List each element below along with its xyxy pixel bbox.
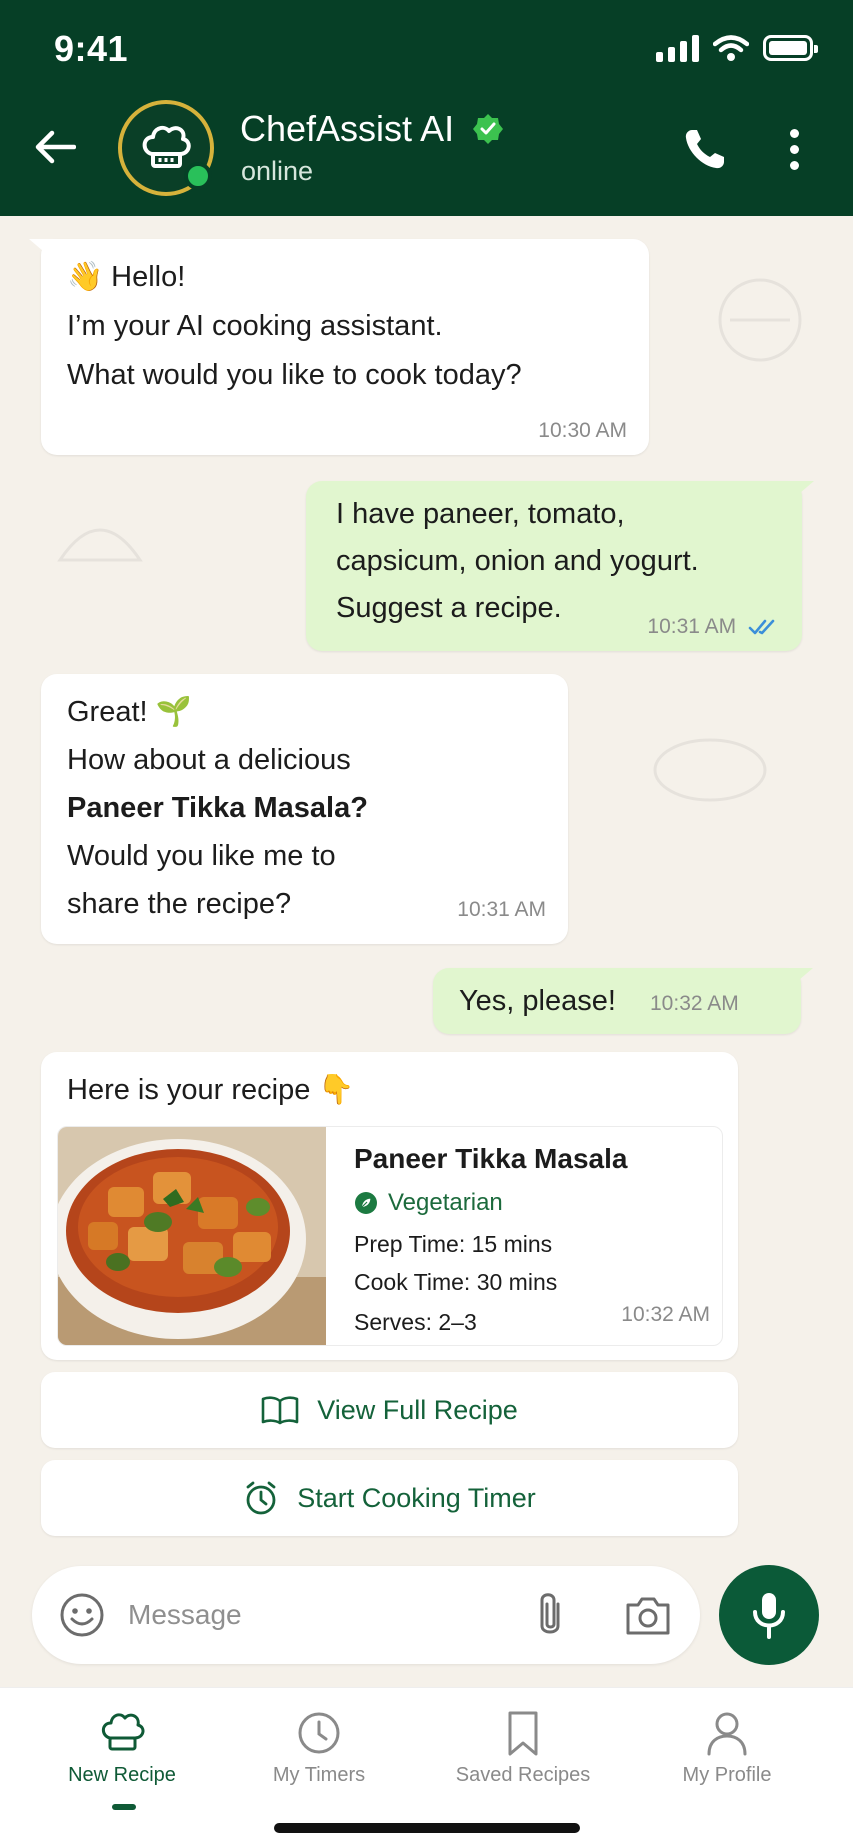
incoming-message[interactable]: Great! 🌱 How about a delicious Paneer Ti… [41,674,568,944]
message-text: Yes, please! [459,985,616,1017]
more-options-button[interactable] [776,124,812,174]
microphone-icon [753,1593,785,1639]
message-line: I have paneer, tomato, [336,498,625,530]
signal-icon [656,34,699,62]
message-time: 10:31 AM [647,615,737,638]
start-timer-label: Start Cooking Timer [297,1482,536,1513]
nav-my-timers[interactable]: My Timers [219,1708,419,1787]
recipe-image [58,1127,326,1345]
person-icon [707,1712,747,1756]
bottom-navigation: New Recipe My Timers Saved Recipes My Pr… [0,1687,853,1844]
emoji-icon[interactable] [58,1591,106,1639]
background-pattern [57,528,143,562]
voice-record-button[interactable] [719,1565,819,1665]
nav-label: My Profile [682,1764,772,1786]
message-line: What would you like to cook today? [67,359,522,391]
wifi-icon [713,35,749,61]
message-line: 👋 Hello! [67,261,186,293]
chat-header: 9:41 ChefAssist AI online [0,0,853,216]
message-time: 10:32 AM [621,1303,710,1326]
message-composer [32,1566,700,1664]
incoming-message[interactable]: 👋 Hello! I’m your AI cooking assistant. … [29,239,649,455]
clock-icon [298,1712,340,1754]
recipe-message[interactable]: Here is your recipe 👇 Paneer Tikka Masal… [41,1052,738,1360]
online-indicator [184,162,212,190]
vegetarian-label: Vegetarian [388,1189,503,1216]
nav-label: New Recipe [68,1764,176,1786]
outgoing-message[interactable]: I have paneer, tomato, capsicum, onion a… [306,481,814,651]
prep-time: Prep Time: 15 mins [354,1231,553,1257]
home-indicator [274,1823,580,1833]
message-time: 10:30 AM [538,419,627,442]
nav-label: My Timers [272,1764,366,1786]
chat-title[interactable]: ChefAssist AI [240,108,504,150]
book-icon [261,1396,299,1425]
message-line: Great! 🌱 [67,696,192,728]
message-line: capsicum, onion and yogurt. [336,545,699,577]
cook-time: Cook Time: 30 mins [354,1269,558,1295]
view-full-recipe-button[interactable]: View Full Recipe [41,1372,738,1448]
message-line: How about a delicious [67,744,351,776]
read-ticks-icon [748,620,775,635]
verified-icon [473,114,504,144]
recipe-title: Paneer Tikka Masala [354,1143,628,1174]
view-full-recipe-label: View Full Recipe [317,1394,518,1425]
back-button[interactable] [28,120,82,174]
outgoing-message[interactable]: Yes, please! 10:32 AM [433,968,813,1081]
message-time: 10:32 AM [650,992,739,1015]
message-meta: 10:31 AM [647,613,780,641]
contact-status: online [241,156,314,186]
back-arrow-icon [35,130,76,164]
status-icons [656,34,818,62]
message-line: I’m your AI cooking assistant. [67,310,443,342]
battery-icon [763,35,818,61]
phone-icon [685,130,724,169]
leaf-icon [355,1192,377,1214]
recipe-intro-text: Here is your recipe 👇 [67,1074,355,1106]
message-line: Would you like me to [67,840,336,872]
message-time: 10:31 AM [457,898,546,921]
start-cooking-timer-button[interactable]: Start Cooking Timer [41,1460,738,1536]
contact-name: ChefAssist AI [240,108,455,149]
bookmark-icon [508,1711,538,1756]
nav-my-profile[interactable]: My Profile [627,1708,827,1787]
message-input[interactable] [128,1590,428,1640]
message-line: Paneer Tikka Masala? [67,792,368,824]
nav-new-recipe[interactable]: New Recipe [22,1708,222,1787]
active-tab-indicator [112,1804,136,1810]
timer-icon [246,1481,276,1515]
chef-hat-icon [101,1713,145,1751]
call-button[interactable] [680,124,730,174]
vegetarian-tag: Vegetarian [354,1185,503,1221]
nav-saved-recipes[interactable]: Saved Recipes [423,1708,623,1787]
background-pattern [718,278,802,362]
paperclip-icon[interactable] [530,1590,570,1640]
camera-icon[interactable] [624,1593,672,1637]
nav-label: Saved Recipes [455,1764,591,1786]
background-pattern [653,738,767,802]
status-time: 9:41 [54,28,129,69]
avatar[interactable] [118,100,214,196]
serves: Serves: 2–3 [354,1309,477,1335]
recipe-card[interactable]: Paneer Tikka Masala Vegetarian Prep Time… [57,1126,723,1346]
